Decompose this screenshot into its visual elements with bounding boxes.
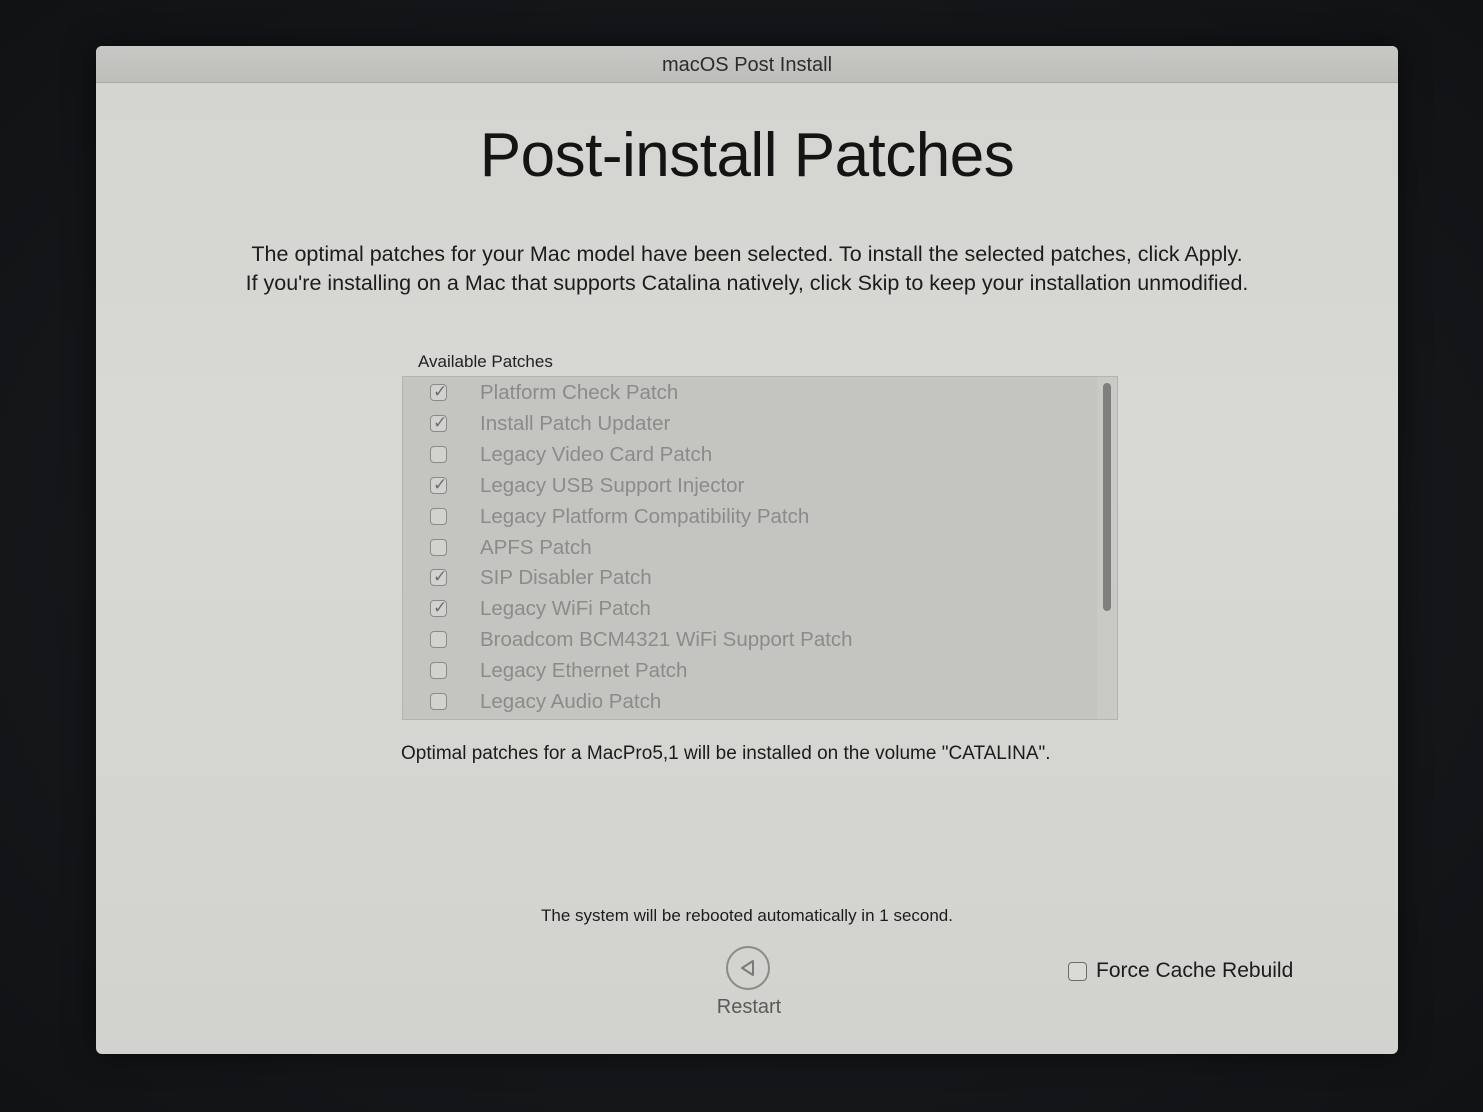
patch-row[interactable]: Legacy Platform Compatibility Patch	[403, 503, 1093, 534]
patch-row[interactable]: Legacy Ethernet Patch	[403, 657, 1093, 688]
page-title: Post-install Patches	[479, 121, 1015, 190]
force-cache-label: Force Cache Rebuild	[1096, 959, 1294, 982]
patch-list-scrollbar[interactable]	[1097, 377, 1117, 719]
patch-label: Install Patch Updater	[480, 411, 671, 435]
checkmark-icon: ✓	[433, 598, 448, 619]
instructions-line-1: The optimal patches for your Mac model h…	[251, 242, 1243, 266]
patch-label: Legacy Platform Compatibility Patch	[480, 504, 810, 528]
reboot-countdown-text: The system will be rebooted automaticall…	[541, 906, 953, 925]
patch-label: Legacy Video Card Patch	[480, 442, 713, 466]
checkmark-icon: ✓	[433, 412, 448, 433]
patch-checkbox[interactable]	[430, 631, 447, 649]
force-cache-rebuild-checkbox[interactable]: Force Cache Rebuild	[1066, 958, 1306, 984]
patch-row[interactable]: Legacy Video Card Patch	[403, 441, 1093, 472]
patch-checkbox[interactable]	[430, 538, 447, 556]
patch-checkbox[interactable]: ✓	[430, 412, 448, 433]
checkmark-icon: ✓	[433, 382, 448, 402]
patch-row[interactable]: Broadcom BCM4321 WiFi Support Patch	[403, 626, 1093, 657]
window-title: macOS Post Install	[96, 46, 1398, 83]
patch-label: Legacy Ethernet Patch	[480, 659, 688, 683]
patch-label: Legacy WiFi Patch	[480, 597, 651, 621]
patch-row[interactable]: ✓ Install Patch Updater	[403, 410, 1093, 441]
restart-label: Restart	[716, 996, 782, 1018]
patch-checkbox[interactable]	[430, 693, 447, 710]
patch-label: Legacy Audio Patch	[480, 690, 662, 713]
instructions-text: The optimal patches for your Mac model h…	[96, 240, 1398, 298]
patch-label: SIP Disabler Patch	[480, 566, 652, 590]
patch-row[interactable]: APFS Patch	[403, 534, 1093, 565]
patch-checkbox[interactable]: ✓	[430, 598, 448, 619]
checkmark-icon: ✓	[433, 474, 448, 495]
patch-list[interactable]: Legacy Audio Patch Legacy Ethernet Patch B…	[402, 376, 1118, 720]
patch-checkbox[interactable]	[430, 507, 447, 525]
patch-label: APFS Patch	[480, 535, 592, 559]
checkmark-icon: ✓	[433, 567, 448, 588]
patch-label: Legacy USB Support Injector	[480, 473, 745, 497]
patch-row[interactable]: Legacy Audio Patch	[403, 688, 1093, 719]
patch-list-caption: Available Patches	[418, 352, 553, 371]
patch-checkbox[interactable]: ✓	[430, 567, 448, 588]
restart-button[interactable]: Restart	[706, 944, 792, 1024]
patch-row[interactable]: ✓ Legacy WiFi Patch	[403, 595, 1093, 626]
force-cache-checkbox-box[interactable]	[1068, 962, 1087, 981]
patch-checkbox[interactable]: ✓	[430, 474, 448, 495]
patch-checkbox[interactable]	[430, 662, 447, 680]
patch-checkbox[interactable]	[430, 445, 447, 463]
back-arrow-icon	[726, 946, 770, 990]
patch-row[interactable]: ✓ Legacy USB Support Injector	[403, 472, 1093, 503]
post-install-window: macOS Post Install Post-install Patches …	[96, 46, 1398, 1054]
patch-row[interactable]: ✓ SIP Disabler Patch	[403, 564, 1093, 595]
patch-label: Broadcom BCM4321 WiFi Support Patch	[480, 628, 853, 652]
target-volume-note: Optimal patches for a MacPro5,1 will be …	[401, 743, 1051, 764]
instructions-line-2: If you're installing on a Mac that suppo…	[245, 271, 1249, 295]
patch-checkbox[interactable]: ✓	[430, 382, 448, 402]
patch-label: Platform Check Patch	[480, 381, 679, 404]
patch-row[interactable]: ✓ Platform Check Patch	[403, 379, 1093, 410]
scrollbar-thumb[interactable]	[1103, 383, 1111, 611]
